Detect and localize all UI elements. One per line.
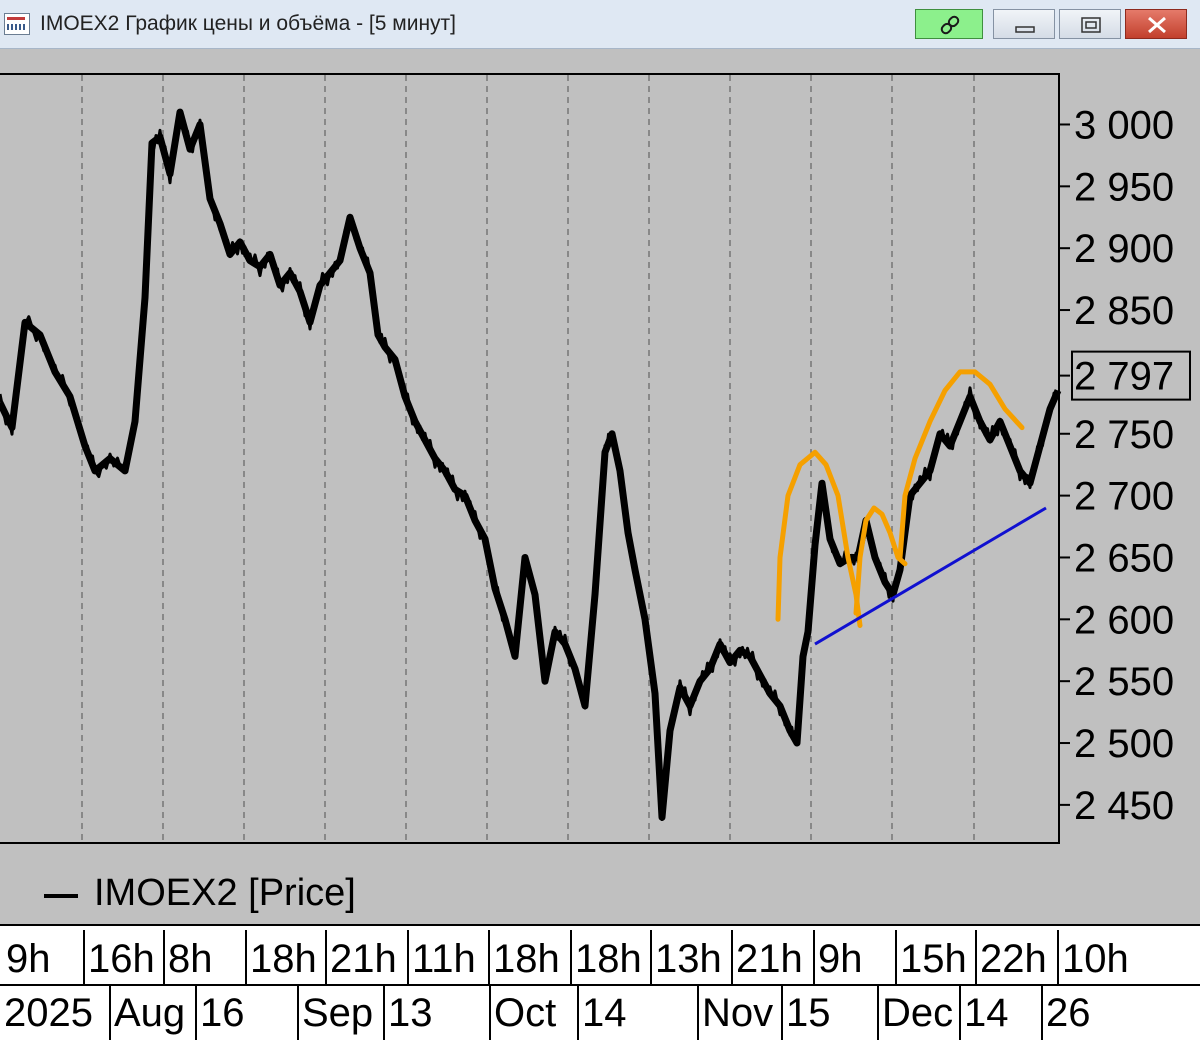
- y-tick-label-0: 3 000: [1074, 103, 1174, 147]
- title-bar: IMOEX2 График цены и объёма - [5 минут]: [0, 0, 1200, 49]
- y-tick-label-1: 2 950: [1074, 165, 1174, 209]
- y-tick-label-7: 2 650: [1074, 536, 1174, 580]
- close-button[interactable]: [1125, 9, 1187, 39]
- time-axis: [0, 924, 1200, 1048]
- close-icon: [1148, 16, 1166, 34]
- current-price-box: [1071, 350, 1191, 401]
- maximize-button[interactable]: [1059, 9, 1121, 39]
- time-axis-divider: [0, 984, 1200, 986]
- y-tick-label-5: 2 750: [1074, 413, 1174, 457]
- y-tick-label-4: 2 797: [1074, 355, 1174, 399]
- plot-area[interactable]: [0, 73, 1060, 844]
- y-tick-label-11: 2 450: [1074, 784, 1174, 828]
- y-tick-label-10: 2 500: [1074, 722, 1174, 766]
- y-tick-label-8: 2 600: [1074, 598, 1174, 642]
- restore-icon: [1081, 17, 1101, 33]
- y-tick-label-6: 2 700: [1074, 475, 1174, 519]
- link-icon: [940, 15, 960, 35]
- legend-label: IMOEX2 [Price]: [94, 872, 356, 914]
- minimize-button[interactable]: [993, 9, 1055, 39]
- y-tick-label-3: 2 850: [1074, 289, 1174, 333]
- window-title: IMOEX2 График цены и объёма - [5 минут]: [40, 12, 456, 35]
- y-tick-label-2: 2 900: [1074, 227, 1174, 271]
- legend-line-swatch: [44, 894, 78, 898]
- minimize-icon: [1015, 26, 1035, 33]
- link-button[interactable]: [915, 9, 983, 39]
- y-tick-label-9: 2 550: [1074, 660, 1174, 704]
- chart-app-icon: [4, 13, 30, 35]
